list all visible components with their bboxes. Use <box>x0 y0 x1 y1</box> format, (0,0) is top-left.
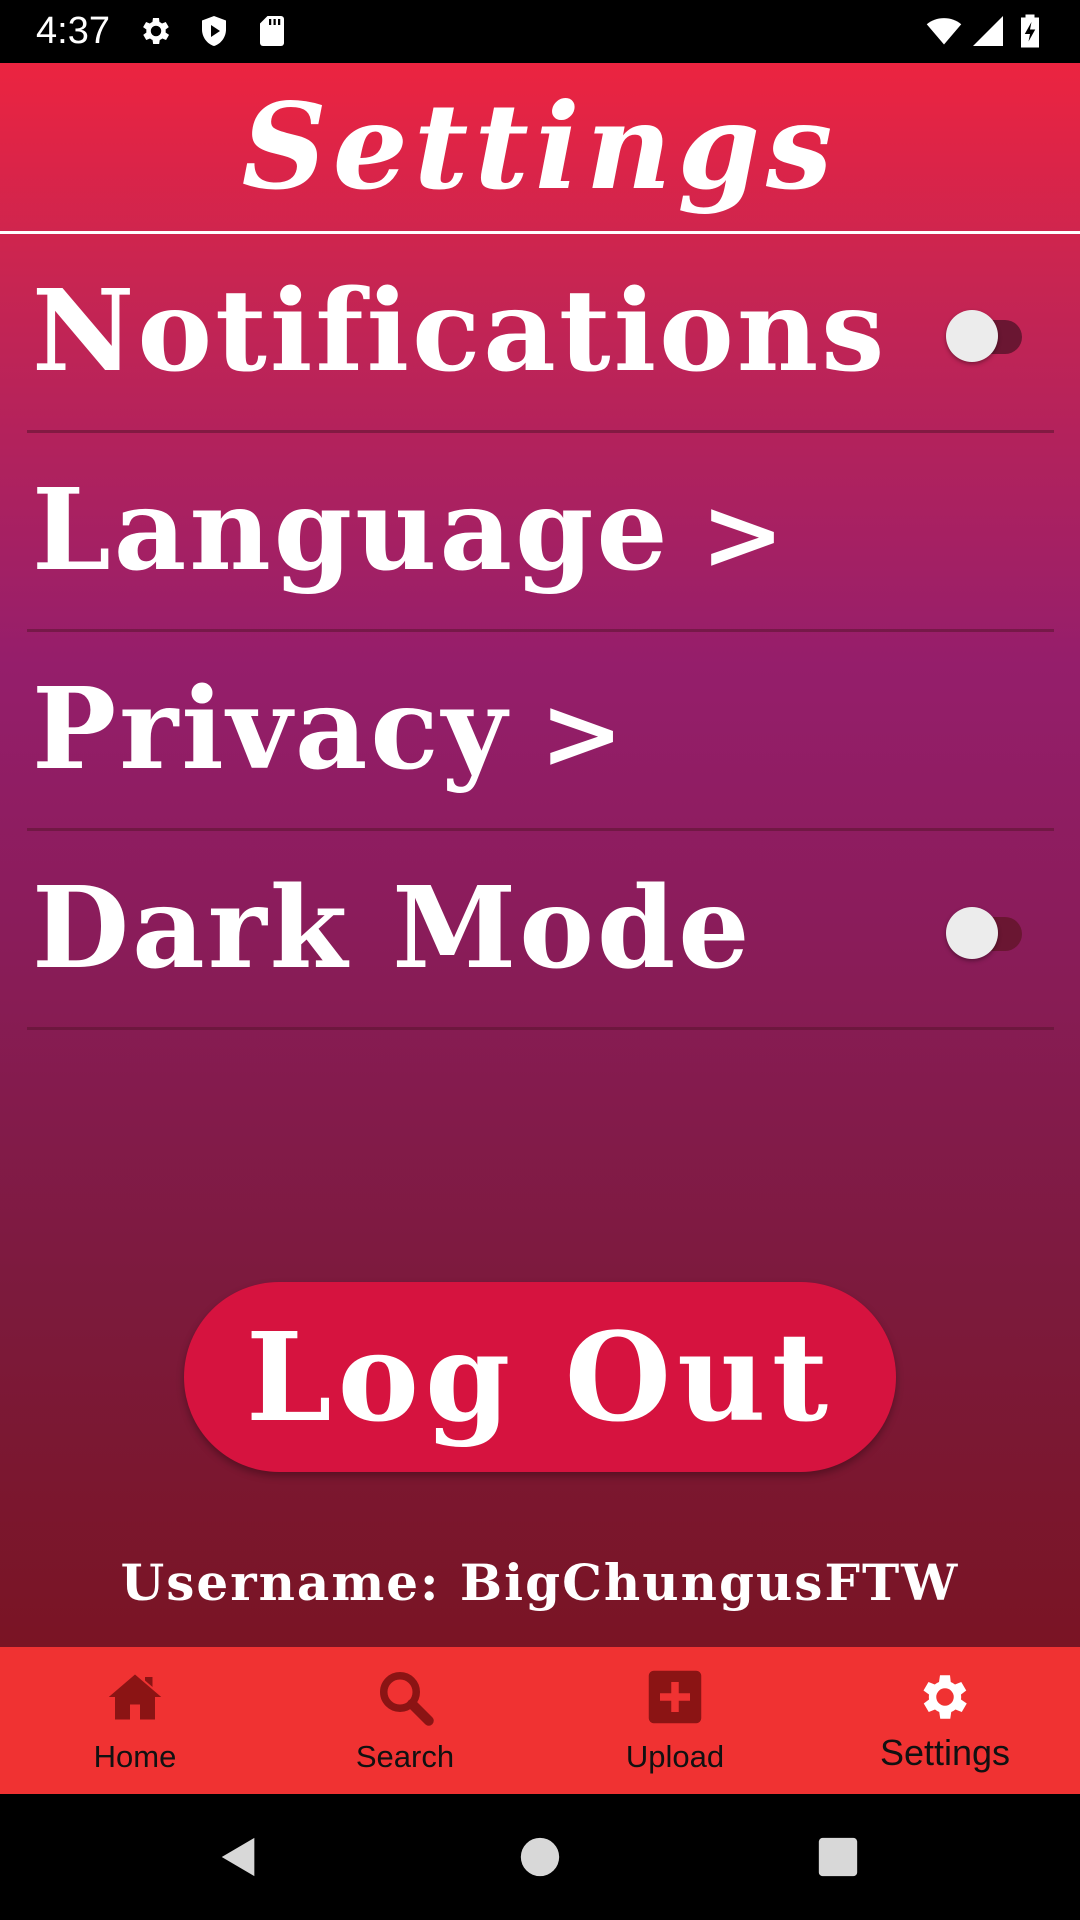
nav-label-home: Home <box>93 1739 177 1774</box>
nav-item-upload[interactable]: Upload <box>540 1647 810 1794</box>
system-nav-bar <box>0 1794 1080 1920</box>
username-label: Username: BigChungusFTW <box>120 1553 960 1612</box>
nav-label-upload: Upload <box>625 1739 725 1774</box>
gear-icon <box>915 1667 975 1727</box>
page-title: Settings <box>241 77 839 216</box>
status-bar: 4:37 <box>0 0 1080 63</box>
signal-icon <box>970 13 1006 49</box>
nav-item-search[interactable]: Search <box>270 1647 540 1794</box>
setting-label-dark-mode: Dark Mode <box>32 863 753 994</box>
nav-item-settings[interactable]: Settings <box>810 1647 1080 1794</box>
home-icon <box>105 1667 165 1727</box>
recents-icon[interactable] <box>815 1834 861 1880</box>
shield-play-icon <box>196 13 232 49</box>
status-time: 4:37 <box>36 10 110 52</box>
gear-icon <box>138 13 174 49</box>
nav-item-home[interactable]: Home <box>0 1647 270 1794</box>
toggle-thumb <box>946 310 998 362</box>
setting-label-notifications: Notifications <box>32 266 888 397</box>
setting-label-language: Language <box>32 465 671 596</box>
setting-row-dark-mode[interactable]: Dark Mode <box>27 831 1054 1030</box>
battery-charging-icon <box>1014 13 1046 49</box>
notifications-toggle[interactable] <box>946 308 1030 362</box>
chevron-right-icon: > <box>539 674 627 792</box>
toggle-thumb <box>946 907 998 959</box>
app-header: Settings <box>0 63 1080 234</box>
settings-list: Notifications Language > Privacy > Dark Mo… <box>27 234 1054 1030</box>
search-icon <box>375 1667 435 1727</box>
setting-row-privacy[interactable]: Privacy > <box>27 632 1054 831</box>
dark-mode-toggle[interactable] <box>946 905 1030 959</box>
app-screen: 4:37 Settings Notifications Language > P… <box>0 0 1080 1920</box>
settings-screen: Settings Notifications Language > Privacy… <box>0 63 1080 1647</box>
nav-label-settings: Settings <box>879 1732 1011 1773</box>
logout-button[interactable]: Log Out <box>184 1282 896 1472</box>
back-icon[interactable] <box>216 1834 262 1880</box>
sd-card-icon <box>254 13 290 49</box>
chevron-right-icon: > <box>700 475 788 593</box>
setting-label-privacy: Privacy <box>32 664 510 795</box>
setting-label-language-wrap: Language > <box>32 433 787 629</box>
home-circle-icon[interactable] <box>517 1834 563 1880</box>
wifi-icon <box>922 13 966 49</box>
setting-label-privacy-wrap: Privacy > <box>32 632 627 828</box>
upload-plus-icon <box>645 1667 705 1727</box>
setting-row-language[interactable]: Language > <box>27 433 1054 632</box>
bottom-nav: Home Search Upload Settings <box>0 1647 1080 1794</box>
nav-label-search: Search <box>355 1739 455 1774</box>
setting-row-notifications[interactable]: Notifications <box>27 234 1054 433</box>
